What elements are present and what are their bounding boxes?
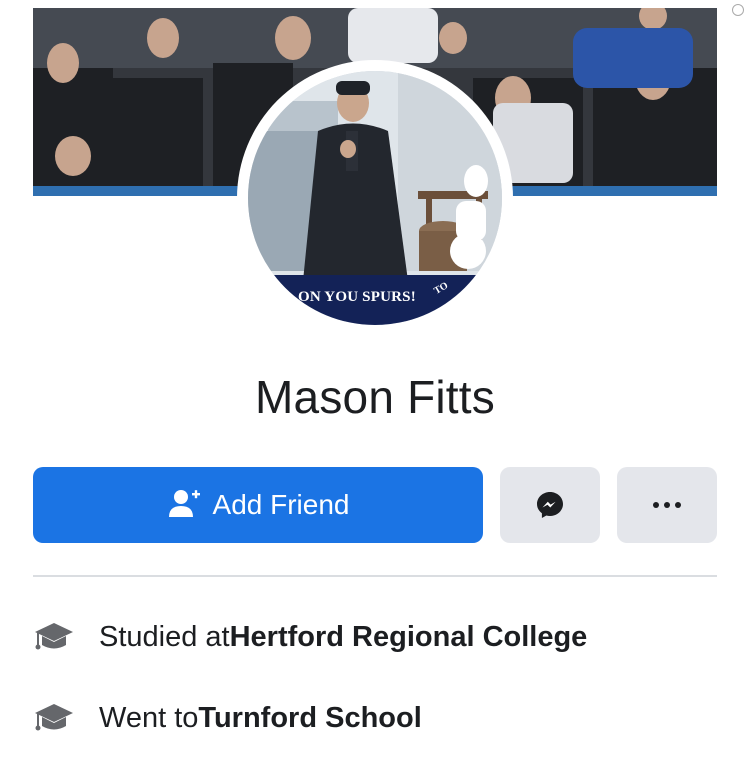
- add-person-icon: [168, 490, 200, 517]
- more-button[interactable]: [617, 467, 717, 543]
- add-friend-button[interactable]: Add Friend: [33, 467, 483, 543]
- profile-name: Mason Fitts: [255, 371, 495, 423]
- spurs-banner: ON YOU SPURS! TO: [248, 275, 502, 325]
- spurs-banner-text: ON YOU SPURS!: [298, 289, 416, 305]
- intro-prefix: Studied at: [99, 620, 230, 653]
- corner-marker-icon: [732, 4, 744, 16]
- messenger-icon: [537, 492, 563, 518]
- intro-item-school: Went to Turnford School: [33, 698, 422, 738]
- avatar-frame[interactable]: ON YOU SPURS! TO: [237, 60, 513, 336]
- more-dots-icon: [653, 502, 681, 508]
- profile-page: ON YOU SPURS! TO Mason Fitts Add Friend: [0, 0, 750, 772]
- divider: [33, 575, 717, 577]
- intro-prefix: Went to: [99, 701, 199, 734]
- add-friend-label: Add Friend: [212, 489, 350, 520]
- intro-item-education: Studied at Hertford Regional College: [33, 617, 587, 657]
- messenger-button[interactable]: [500, 467, 600, 543]
- avatar[interactable]: ON YOU SPURS! TO: [248, 71, 502, 325]
- graduation-cap-icon: [35, 623, 73, 650]
- intro-place-link[interactable]: Hertford Regional College: [230, 621, 588, 654]
- spurs-side-text: TO: [432, 280, 451, 297]
- intro-place-link[interactable]: Turnford School: [198, 702, 421, 735]
- graduation-cap-icon: [35, 704, 73, 731]
